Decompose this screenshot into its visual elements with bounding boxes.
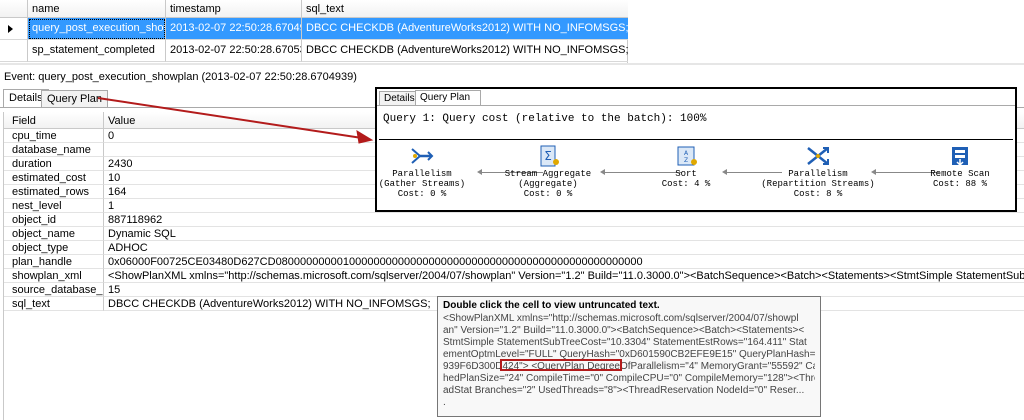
- operator-name: Stream Aggregate: [504, 169, 592, 179]
- plan-operator-sort[interactable]: A Z Sort Cost: 4 %: [621, 145, 751, 189]
- event-row[interactable]: sp_statement_completed 2013-02-07 22:50:…: [0, 40, 628, 62]
- event-timestamp-cell[interactable]: 2013-02-07 22:50:28.6704939: [166, 18, 302, 40]
- field-name: database_name: [4, 143, 104, 157]
- event-sql-text-cell[interactable]: DBCC CHECKDB (AdventureWorks2012) WITH N…: [302, 40, 628, 62]
- operator-cost: Cost: 0 %: [397, 189, 447, 199]
- tooltip-body: <ShowPlanXML xmlns="http://schemas.micro…: [443, 313, 815, 409]
- plan-operator-stream-aggregate[interactable]: Σ Stream Aggregate (Aggregate) Cost: 0 %: [483, 145, 613, 199]
- table-row[interactable]: object_id 887118962: [4, 213, 1024, 227]
- event-sql-text-cell[interactable]: DBCC CHECKDB (AdventureWorks2012) WITH N…: [302, 18, 628, 40]
- field-name: showplan_xml: [4, 269, 104, 283]
- qp-tab-query-plan[interactable]: Query Plan: [415, 90, 482, 105]
- pane-splitter[interactable]: [0, 63, 1024, 65]
- svg-text:Z: Z: [684, 157, 688, 164]
- column-header-name[interactable]: name: [28, 0, 166, 18]
- row-selector[interactable]: [0, 40, 28, 62]
- tooltip-line: adStat Branches="2" UsedThreads="8"><Thr…: [443, 385, 805, 396]
- field-value[interactable]: Dynamic SQL: [104, 227, 1024, 241]
- field-value[interactable]: <ShowPlanXML xmlns="http://schemas.micro…: [104, 269, 1024, 283]
- query-cost-text: Query 1: Query cost (relative to the bat…: [383, 113, 707, 125]
- operator-cost: Cost: 0 %: [523, 189, 573, 199]
- column-header-field[interactable]: Field: [4, 112, 104, 129]
- operator-name: Sort: [675, 169, 697, 179]
- tooltip-line: StmtSimple StatementSubTreeCost="10.3304…: [443, 337, 807, 348]
- field-name: estimated_rows: [4, 185, 104, 199]
- table-row[interactable]: object_name Dynamic SQL: [4, 227, 1024, 241]
- event-name-cell[interactable]: sp_statement_completed: [28, 40, 166, 62]
- tooltip-line: hedPlanSize="24" CompileTime="0" Compile…: [443, 373, 815, 384]
- field-name: duration: [4, 157, 104, 171]
- operator-name: Parallelism: [788, 169, 848, 179]
- highlight-box: [500, 359, 622, 371]
- plan-operator-parallelism-gather[interactable]: Parallelism (Gather Streams) Cost: 0 %: [357, 145, 487, 199]
- operator-subname: (Aggregate): [518, 179, 578, 189]
- qp-tab-divider: [377, 105, 1015, 106]
- table-row[interactable]: plan_handle 0x06000F00725CE03480D627CD080…: [4, 255, 1024, 269]
- remote-scan-icon: [952, 147, 968, 167]
- events-grid: name timestamp sql_text query_post_execu…: [0, 0, 628, 64]
- field-name: estimated_cost: [4, 171, 104, 185]
- field-name: object_id: [4, 213, 104, 227]
- field-value[interactable]: 15: [104, 283, 1024, 297]
- field-name: source_database_id: [4, 283, 104, 297]
- tab-query-plan[interactable]: Query Plan: [41, 90, 109, 107]
- field-value[interactable]: 0x06000F00725CE03480D627CD08000000000100…: [104, 255, 1024, 269]
- plan-operator-parallelism-repartition[interactable]: Parallelism (Repartition Streams) Cost: …: [753, 145, 883, 199]
- tooltip-line: .: [443, 397, 446, 408]
- field-name: object_name: [4, 227, 104, 241]
- field-value[interactable]: ADHOC: [104, 241, 1024, 255]
- event-row[interactable]: query_post_execution_showpl... 2013-02-0…: [0, 18, 628, 40]
- operator-name: Parallelism: [392, 169, 452, 179]
- field-name: nest_level: [4, 199, 104, 213]
- operator-cost: Cost: 4 %: [661, 179, 711, 189]
- field-name: plan_handle: [4, 255, 104, 269]
- plan-operator-remote-scan[interactable]: Remote Scan Cost: 88 %: [895, 145, 1024, 189]
- row-selector[interactable]: [0, 18, 28, 40]
- field-value[interactable]: 887118962: [104, 213, 1024, 227]
- row-selector-header: [0, 0, 28, 18]
- qp-separator: [379, 139, 1013, 140]
- operator-cost: Cost: 8 %: [793, 189, 843, 199]
- tooltip-line: an" Version="1.2" Build="11.0.3000.0"><B…: [443, 325, 805, 336]
- tooltip-line: <ShowPlanXML xmlns="http://schemas.micro…: [443, 313, 799, 324]
- event-name-cell[interactable]: query_post_execution_showpl...: [28, 18, 166, 40]
- event-timestamp-cell[interactable]: 2013-02-07 22:50:28.6705305: [166, 40, 302, 62]
- field-name: cpu_time: [4, 129, 104, 143]
- operator-subname: (Gather Streams): [378, 179, 466, 189]
- table-row[interactable]: source_database_id 15: [4, 283, 1024, 297]
- events-grid-header: name timestamp sql_text: [0, 0, 628, 18]
- tooltip-title: Double click the cell to view untruncate…: [443, 300, 660, 311]
- qp-tab-details[interactable]: Details: [379, 91, 420, 105]
- tooltip-line: 939F6D300D424"> <QueryPlan DegreeOfParal…: [443, 361, 815, 372]
- operator-name: Remote Scan: [930, 169, 990, 179]
- event-title: Event: query_post_execution_showplan (20…: [4, 71, 357, 83]
- column-header-timestamp[interactable]: timestamp: [166, 0, 302, 18]
- stream-aggregate-icon: Σ: [540, 145, 559, 167]
- field-name: sql_text: [4, 297, 104, 311]
- tooltip-line: ementOptmLevel="FULL" QueryHash="0xD6015…: [443, 349, 815, 360]
- current-row-arrow-icon: [8, 25, 13, 33]
- table-row[interactable]: showplan_xml <ShowPlanXML xmlns="http://s…: [4, 269, 1024, 283]
- operator-subname: (Repartition Streams): [761, 179, 875, 189]
- parallelism-icon: [411, 148, 434, 164]
- repartition-icon: [807, 147, 829, 165]
- cell-tooltip: Double click the cell to view untruncate…: [437, 296, 821, 417]
- query-plan-panel: Details Query Plan Query 1: Query cost (…: [375, 87, 1017, 212]
- field-name: object_type: [4, 241, 104, 255]
- svg-text:Σ: Σ: [544, 149, 552, 163]
- table-row[interactable]: object_type ADHOC: [4, 241, 1024, 255]
- sort-icon: A Z: [677, 146, 697, 166]
- column-header-sql-text[interactable]: sql_text: [302, 0, 628, 18]
- operator-cost: Cost: 88 %: [932, 179, 987, 189]
